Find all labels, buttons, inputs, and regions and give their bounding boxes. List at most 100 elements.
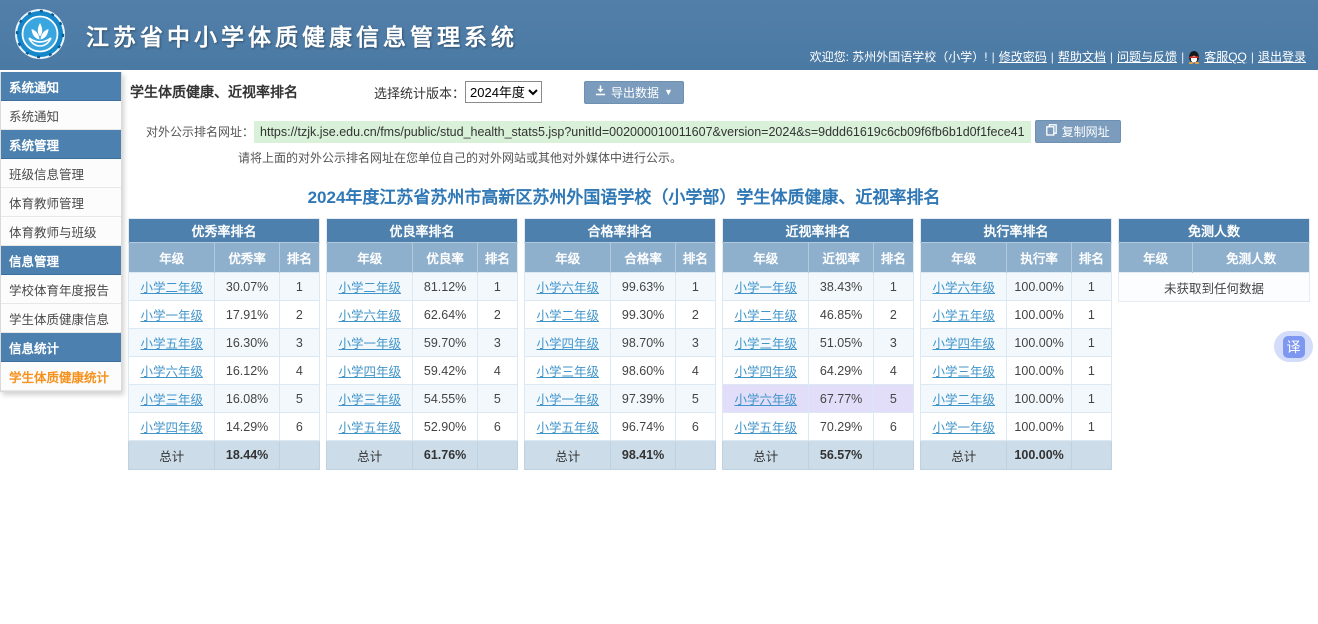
copy-url-button[interactable]: 复制网址 bbox=[1035, 120, 1121, 143]
sidebar-item-class-info-mgmt[interactable]: 班级信息管理 bbox=[1, 159, 121, 188]
rate-cell: 16.08% bbox=[215, 385, 279, 413]
rank-cell: 4 bbox=[675, 357, 715, 385]
table-title-row: 优良率排名 bbox=[327, 219, 518, 243]
rate-cell: 100.00% bbox=[1007, 357, 1071, 385]
grade-link[interactable]: 小学四年级 bbox=[140, 421, 203, 435]
rank-cell: 3 bbox=[279, 329, 319, 357]
grade-cell: 小学一年级 bbox=[921, 413, 1007, 441]
rate-cell: 81.12% bbox=[413, 273, 477, 301]
feedback-link[interactable]: 问题与反馈 bbox=[1117, 48, 1177, 65]
logout-link[interactable]: 退出登录 bbox=[1258, 48, 1306, 65]
grade-link[interactable]: 小学二年级 bbox=[536, 309, 599, 323]
table-title: 免测人数 bbox=[1119, 219, 1310, 243]
grade-link[interactable]: 小学三年级 bbox=[932, 365, 995, 379]
rate-cell: 100.00% bbox=[1007, 301, 1071, 329]
grade-link[interactable]: 小学四年级 bbox=[932, 337, 995, 351]
grade-link[interactable]: 小学二年级 bbox=[932, 393, 995, 407]
total-rank bbox=[477, 441, 517, 470]
grade-link[interactable]: 小学四年级 bbox=[734, 365, 797, 379]
publish-url-label: 对外公示排名网址： bbox=[146, 123, 254, 140]
table-row: 小学三年级51.05%3 bbox=[723, 329, 914, 357]
rank-cell: 5 bbox=[279, 385, 319, 413]
rate-cell: 100.00% bbox=[1007, 329, 1071, 357]
copy-icon bbox=[1046, 124, 1057, 139]
grade-link[interactable]: 小学二年级 bbox=[338, 281, 401, 295]
grade-link[interactable]: 小学五年级 bbox=[932, 309, 995, 323]
table-row: 小学二年级81.12%1 bbox=[327, 273, 518, 301]
change-password-link[interactable]: 修改密码 bbox=[999, 48, 1047, 65]
publish-url-value[interactable]: https://tzjk.jse.edu.cn/fms/public/stud_… bbox=[254, 121, 1031, 143]
rank-cell: 3 bbox=[477, 329, 517, 357]
grade-link[interactable]: 小学四年级 bbox=[338, 365, 401, 379]
rate-cell: 59.70% bbox=[413, 329, 477, 357]
table-row: 小学三年级54.55%5 bbox=[327, 385, 518, 413]
grade-link[interactable]: 小学五年级 bbox=[140, 337, 203, 351]
grade-link[interactable]: 小学三年级 bbox=[734, 337, 797, 351]
grade-link[interactable]: 小学五年级 bbox=[338, 421, 401, 435]
rank-cell: 5 bbox=[873, 385, 913, 413]
grade-link[interactable]: 小学六年级 bbox=[932, 281, 995, 295]
table-row: 小学三年级98.60%4 bbox=[525, 357, 716, 385]
grade-link[interactable]: 小学一年级 bbox=[536, 393, 599, 407]
grade-cell: 小学二年级 bbox=[129, 273, 215, 301]
grade-link[interactable]: 小学一年级 bbox=[338, 337, 401, 351]
table-total-row: 总计98.41% bbox=[525, 441, 716, 470]
export-data-button[interactable]: 导出数据 ▼ bbox=[584, 81, 684, 104]
translate-widget[interactable]: 译 bbox=[1274, 331, 1313, 362]
qq-support-link[interactable]: 客服QQ bbox=[1204, 48, 1247, 65]
table-title: 优秀率排名 bbox=[129, 219, 320, 243]
rank-cell: 2 bbox=[279, 301, 319, 329]
copy-url-label: 复制网址 bbox=[1062, 123, 1110, 140]
table-row: 小学四年级14.29%6 bbox=[129, 413, 320, 441]
grade-link[interactable]: 小学五年级 bbox=[536, 421, 599, 435]
total-value: 56.57% bbox=[809, 441, 873, 470]
sidebar-group-header: 系统管理 bbox=[1, 130, 121, 159]
grade-link[interactable]: 小学三年级 bbox=[140, 393, 203, 407]
download-icon bbox=[595, 85, 606, 99]
grade-link[interactable]: 小学一年级 bbox=[734, 281, 797, 295]
grade-cell: 小学四年级 bbox=[327, 357, 413, 385]
rank-cell: 2 bbox=[477, 301, 517, 329]
caret-down-icon: ▼ bbox=[664, 88, 673, 97]
export-data-label: 导出数据 bbox=[611, 84, 659, 101]
column-header: 近视率 bbox=[809, 243, 873, 273]
sidebar-item-system-notice[interactable]: 系统通知 bbox=[1, 101, 121, 130]
table-header-row: 年级合格率排名 bbox=[525, 243, 716, 273]
sidebar-item-pe-teacher-class[interactable]: 体育教师与班级 bbox=[1, 217, 121, 246]
rate-cell: 96.74% bbox=[611, 413, 675, 441]
grade-link[interactable]: 小学六年级 bbox=[140, 365, 203, 379]
grade-link[interactable]: 小学一年级 bbox=[140, 309, 203, 323]
grade-link[interactable]: 小学三年级 bbox=[536, 365, 599, 379]
sidebar-item-school-pe-annual-report[interactable]: 学校体育年度报告 bbox=[1, 275, 121, 304]
rank-cell: 6 bbox=[279, 413, 319, 441]
separator: | bbox=[1110, 50, 1113, 64]
table-total-row: 总计100.00% bbox=[921, 441, 1112, 470]
total-rank bbox=[873, 441, 913, 470]
table-row: 小学三年级 16.08%5 bbox=[129, 385, 320, 413]
version-select[interactable]: 2024年度 bbox=[465, 81, 542, 103]
sidebar-item-student-health-info[interactable]: 学生体质健康信息 bbox=[1, 304, 121, 333]
rate-cell: 98.70% bbox=[611, 329, 675, 357]
sidebar-item-pe-teacher-mgmt[interactable]: 体育教师管理 bbox=[1, 188, 121, 217]
rank-table: 合格率排名年级合格率排名小学六年级99.63%1小学二年级99.30%2小学四年… bbox=[524, 218, 716, 470]
table-header-row: 年级免测人数 bbox=[1119, 243, 1310, 273]
grade-link[interactable]: 小学六年级 bbox=[734, 393, 797, 407]
help-doc-link[interactable]: 帮助文档 bbox=[1058, 48, 1106, 65]
table-title: 近视率排名 bbox=[723, 219, 914, 243]
rate-cell: 46.85% bbox=[809, 301, 873, 329]
table-title-row: 合格率排名 bbox=[525, 219, 716, 243]
grade-link[interactable]: 小学一年级 bbox=[932, 421, 995, 435]
grade-link[interactable]: 小学三年级 bbox=[338, 393, 401, 407]
grade-link[interactable]: 小学二年级 bbox=[140, 281, 203, 295]
grade-link[interactable]: 小学二年级 bbox=[734, 309, 797, 323]
table-title: 执行率排名 bbox=[921, 219, 1112, 243]
grade-link[interactable]: 小学四年级 bbox=[536, 337, 599, 351]
grade-link[interactable]: 小学六年级 bbox=[536, 281, 599, 295]
grade-link[interactable]: 小学六年级 bbox=[338, 309, 401, 323]
sidebar-item-student-health-stats[interactable]: 学生体质健康统计 bbox=[1, 362, 121, 391]
separator: | bbox=[992, 50, 995, 64]
sidebar: 系统通知系统通知系统管理班级信息管理体育教师管理体育教师与班级信息管理学校体育年… bbox=[0, 72, 122, 392]
grade-link[interactable]: 小学五年级 bbox=[734, 421, 797, 435]
total-value: 18.44% bbox=[215, 441, 279, 470]
rate-cell: 100.00% bbox=[1007, 385, 1071, 413]
